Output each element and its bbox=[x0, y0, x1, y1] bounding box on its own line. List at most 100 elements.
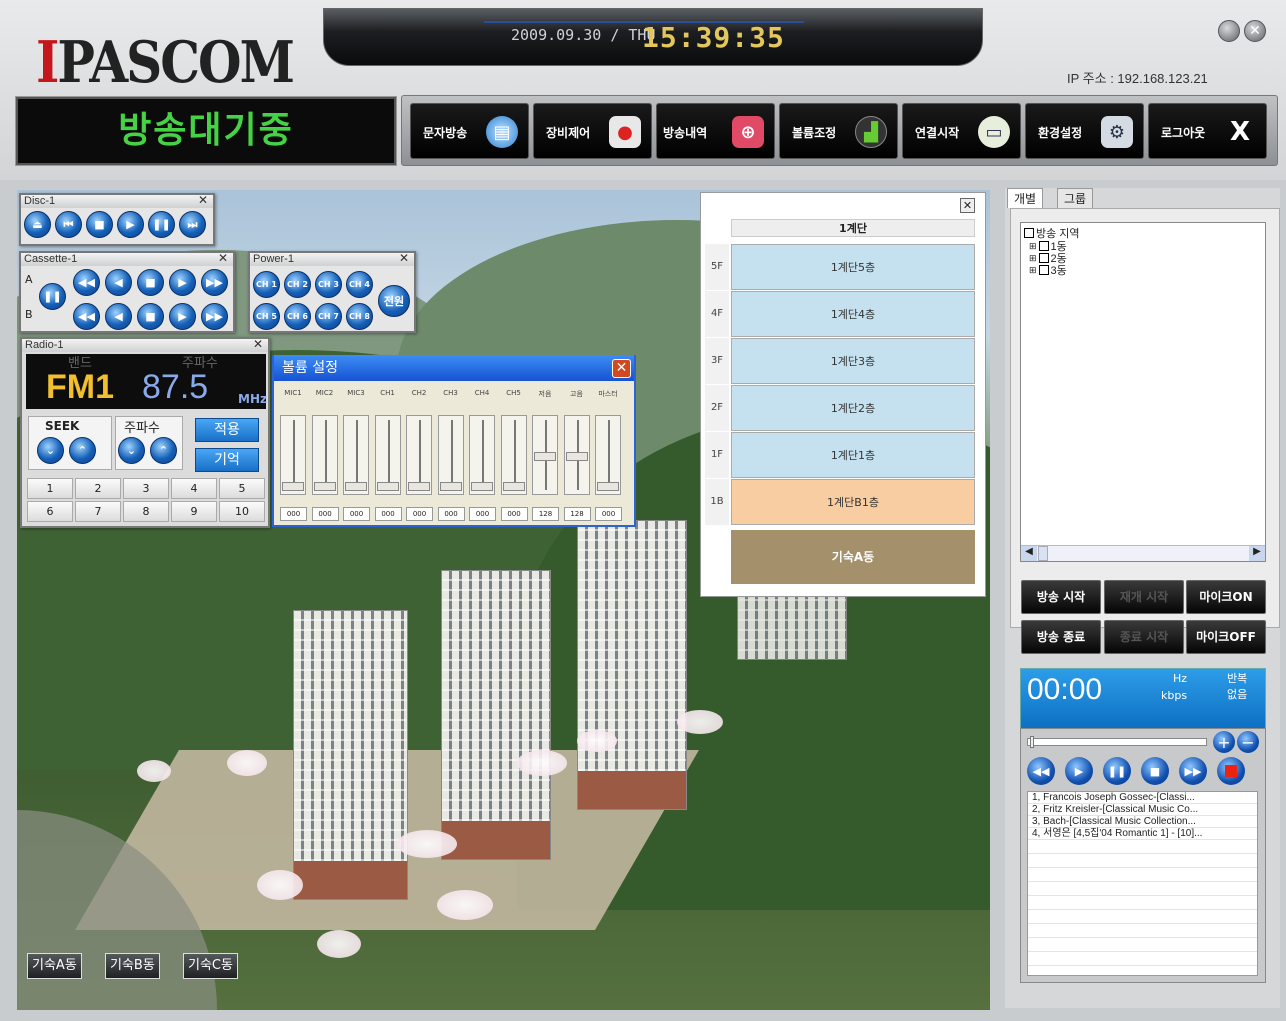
checkbox[interactable] bbox=[1038, 265, 1049, 275]
volume-slider-knob[interactable] bbox=[282, 482, 304, 491]
volume-slider-knob[interactable] bbox=[345, 482, 367, 491]
channel-6-button[interactable]: CH 6 bbox=[284, 303, 311, 330]
fast-forward-icon[interactable]: ▶▶ bbox=[1179, 757, 1207, 785]
volume-slider-knob[interactable] bbox=[376, 482, 399, 491]
preset-button[interactable]: 1 bbox=[27, 478, 73, 499]
volume-slider[interactable] bbox=[374, 415, 401, 495]
channel-4-button[interactable]: CH 4 bbox=[346, 271, 373, 298]
volume-slider[interactable] bbox=[343, 415, 369, 495]
floor-button[interactable]: 1계단4층 bbox=[731, 291, 975, 337]
mic-off-button[interactable]: 마이크OFF bbox=[1186, 620, 1266, 654]
volume-slider[interactable] bbox=[406, 415, 432, 495]
close-button[interactable]: ✕ bbox=[1244, 20, 1266, 42]
building-c-button[interactable]: 기숙C동 bbox=[183, 953, 238, 979]
stop-icon[interactable]: ■ bbox=[86, 211, 113, 238]
seek-slider[interactable] bbox=[1027, 736, 1207, 748]
fast-forward-icon[interactable]: ▶▶ bbox=[201, 269, 228, 296]
memory-button[interactable]: 기억 bbox=[195, 448, 259, 472]
play-icon[interactable]: ▶ bbox=[169, 269, 196, 296]
volume-slider[interactable] bbox=[595, 415, 621, 495]
pause-icon[interactable]: ❚❚ bbox=[148, 211, 175, 238]
volume-slider-knob[interactable] bbox=[439, 482, 462, 491]
scroll-right-icon[interactable]: ▶ bbox=[1249, 546, 1265, 561]
preset-button[interactable]: 5 bbox=[219, 478, 265, 499]
rewind-icon[interactable]: ◀◀ bbox=[73, 269, 100, 296]
tune-up-icon[interactable]: ⌃ bbox=[150, 437, 177, 464]
floor-button[interactable]: 1계단1층 bbox=[731, 432, 975, 478]
stop-start-button[interactable]: 종료 시작 bbox=[1104, 620, 1184, 654]
apply-button[interactable]: 적용 bbox=[195, 418, 259, 442]
next-icon[interactable]: ⏭ bbox=[179, 211, 206, 238]
reverse-play-icon[interactable]: ◀ bbox=[105, 303, 132, 330]
preset-button[interactable]: 2 bbox=[75, 478, 121, 499]
volume-slider-knob[interactable] bbox=[313, 482, 336, 491]
reverse-play-icon[interactable]: ◀ bbox=[105, 269, 132, 296]
floor-button[interactable]: 1계단3층 bbox=[731, 338, 975, 384]
volume-slider[interactable] bbox=[563, 415, 590, 495]
rewind-icon[interactable]: ◀◀ bbox=[1027, 757, 1055, 785]
play-icon[interactable]: ▶ bbox=[117, 211, 144, 238]
remove-track-icon[interactable]: − bbox=[1237, 731, 1259, 753]
tree-item-3[interactable]: ⊞ 3동 bbox=[1029, 262, 1067, 278]
channel-8-button[interactable]: CH 8 bbox=[346, 303, 373, 330]
preset-button[interactable]: 3 bbox=[123, 478, 169, 499]
volume-slider-knob[interactable] bbox=[565, 452, 588, 461]
channel-7-button[interactable]: CH 7 bbox=[315, 303, 342, 330]
floor-button[interactable]: 1계단5층 bbox=[731, 244, 975, 290]
tune-down-icon[interactable]: ⌄ bbox=[118, 437, 145, 464]
volume-slider-knob[interactable] bbox=[408, 482, 430, 491]
stop-icon[interactable]: ■ bbox=[137, 303, 164, 330]
preset-button[interactable]: 10 bbox=[219, 501, 265, 522]
disc-close-button[interactable]: ✕ bbox=[198, 194, 208, 207]
channel-1-button[interactable]: CH 1 bbox=[253, 271, 280, 298]
record-icon[interactable] bbox=[1217, 757, 1245, 785]
mic-on-button[interactable]: 마이크ON bbox=[1186, 580, 1266, 614]
volume-slider-knob[interactable] bbox=[534, 452, 556, 461]
channel-5-button[interactable]: CH 5 bbox=[253, 303, 280, 330]
volume-slider-knob[interactable] bbox=[471, 482, 493, 491]
resume-start-button[interactable]: 재개 시작 bbox=[1104, 580, 1184, 614]
fast-forward-icon[interactable]: ▶▶ bbox=[201, 303, 228, 330]
radio-close-button[interactable]: ✕ bbox=[253, 338, 263, 351]
logout-button[interactable]: 로그아웃 X bbox=[1148, 103, 1267, 159]
preset-button[interactable]: 6 bbox=[27, 501, 73, 522]
volume-slider-knob[interactable] bbox=[597, 482, 619, 491]
volume-slider[interactable] bbox=[500, 415, 527, 495]
pause-icon[interactable]: ❚❚ bbox=[39, 283, 66, 310]
playlist-item[interactable]: 3, Bach-[Classical Music Collection... bbox=[1028, 816, 1257, 828]
preset-button[interactable]: 4 bbox=[171, 478, 217, 499]
playlist-item[interactable]: 4, 서영은 [4,5집'04 Romantic 1] - [10]... bbox=[1028, 828, 1257, 840]
eject-icon[interactable]: ⏏ bbox=[24, 211, 51, 238]
volume-close-button[interactable]: ✕ bbox=[612, 359, 631, 378]
power-close-button[interactable]: ✕ bbox=[399, 252, 409, 265]
power-button[interactable]: 전원 bbox=[378, 285, 410, 317]
settings-button[interactable]: 환경설정 ⚙ bbox=[1025, 103, 1144, 159]
tab-individual[interactable]: 개별 bbox=[1007, 188, 1044, 208]
broadcast-start-button[interactable]: 방송 시작 bbox=[1021, 580, 1101, 614]
broadcast-history-button[interactable]: 방송내역 ⊕ bbox=[656, 103, 775, 159]
volume-slider[interactable] bbox=[532, 415, 558, 495]
horizontal-scrollbar[interactable]: ◀ ▶ bbox=[1021, 545, 1265, 561]
floor-panel-close-button[interactable]: ✕ bbox=[960, 198, 975, 213]
broadcast-stop-button[interactable]: 방송 종료 bbox=[1021, 620, 1101, 654]
minimize-button[interactable] bbox=[1218, 20, 1240, 42]
playlist-item[interactable]: 2, Fritz Kreisler-[Classical Music Co... bbox=[1028, 804, 1257, 816]
building-button[interactable]: 기숙A동 bbox=[731, 530, 975, 584]
cassette-close-button[interactable]: ✕ bbox=[218, 252, 228, 265]
floor-button[interactable]: 1계단B1층 bbox=[731, 479, 975, 525]
seek-slider-thumb[interactable] bbox=[1030, 736, 1034, 748]
previous-icon[interactable]: ⏮ bbox=[55, 211, 82, 238]
preset-button[interactable]: 9 bbox=[171, 501, 217, 522]
floor-button[interactable]: 1계단2층 bbox=[731, 385, 975, 431]
channel-3-button[interactable]: CH 3 bbox=[315, 271, 342, 298]
play-icon[interactable]: ▶ bbox=[1065, 757, 1093, 785]
rewind-icon[interactable]: ◀◀ bbox=[73, 303, 100, 330]
volume-adjust-button[interactable]: 볼륨조정 ▟ bbox=[779, 103, 898, 159]
play-icon[interactable]: ▶ bbox=[169, 303, 196, 330]
add-track-icon[interactable]: + bbox=[1213, 731, 1235, 753]
pause-icon[interactable]: ❚❚ bbox=[1103, 757, 1131, 785]
volume-slider[interactable] bbox=[469, 415, 495, 495]
stop-icon[interactable]: ■ bbox=[1141, 757, 1169, 785]
channel-2-button[interactable]: CH 2 bbox=[284, 271, 311, 298]
playlist-item[interactable]: 1, Francois Joseph Gossec-[Classi... bbox=[1028, 792, 1257, 804]
